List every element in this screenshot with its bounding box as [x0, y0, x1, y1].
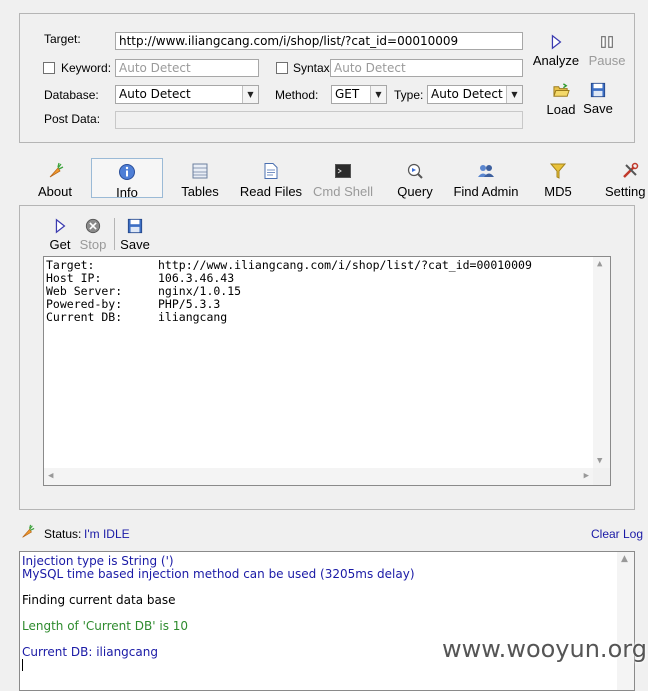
tab-setting[interactable]: Setting: [605, 162, 648, 199]
tab-query[interactable]: Query: [394, 162, 436, 199]
terminal-icon: [335, 164, 351, 178]
method-select-value: GET: [335, 87, 360, 101]
status-value: I'm IDLE: [84, 527, 130, 541]
get-button[interactable]: Get: [46, 218, 74, 252]
tab-cmd-shell[interactable]: Cmd Shell: [311, 162, 375, 199]
log-line: MySQL time based injection method can be…: [22, 567, 415, 581]
database-select-value: Auto Detect: [119, 87, 191, 101]
toolbar-separator: [114, 218, 115, 250]
tools-icon: [623, 162, 639, 178]
carrot-icon: [49, 162, 64, 178]
method-label: Method:: [275, 88, 319, 102]
info-value: iliangcang: [158, 310, 228, 324]
info-output[interactable]: Target: http://www.iliangcang.com/i/shop…: [43, 256, 611, 486]
keyword-checkbox[interactable]: [43, 62, 55, 74]
tab-about[interactable]: About: [34, 162, 76, 199]
post-data-input: [115, 111, 523, 129]
pause-label: Pause: [588, 53, 626, 68]
tab-find-admin[interactable]: Find Admin: [451, 162, 521, 199]
carrot-icon: [22, 524, 35, 538]
scroll-right-icon[interactable]: ▶: [584, 471, 589, 481]
log-vertical-scrollbar[interactable]: ▲: [617, 552, 634, 690]
tab-info[interactable]: Info: [91, 158, 163, 200]
tab-md5[interactable]: MD5: [541, 162, 575, 199]
clear-log-link[interactable]: Clear Log: [591, 527, 643, 541]
target-url-input[interactable]: http://www.iliangcang.com/i/shop/list/?c…: [115, 32, 523, 50]
scroll-up-icon[interactable]: ▲: [597, 259, 602, 269]
file-icon: [264, 163, 278, 179]
tab-find-admin-label: Find Admin: [453, 184, 519, 199]
load-button[interactable]: Load: [542, 82, 580, 117]
target-label: Target:: [44, 32, 81, 46]
type-select[interactable]: Auto Detect ▼: [427, 85, 523, 104]
users-icon: [478, 165, 494, 177]
scrollbar-corner: [593, 468, 610, 485]
tab-md5-label: MD5: [544, 184, 572, 199]
analyze-button[interactable]: Analyze: [532, 34, 580, 68]
tab-read-files[interactable]: Read Files: [238, 162, 304, 199]
play-icon: [55, 218, 66, 234]
log-line: Injection type is String ('): [22, 554, 174, 568]
pause-button[interactable]: Pause: [585, 34, 629, 68]
info-key: Current DB:: [46, 310, 123, 324]
horizontal-scrollbar[interactable]: ◀ ▶: [44, 468, 593, 485]
save-info-button[interactable]: Save: [119, 218, 151, 252]
scroll-up-icon[interactable]: ▲: [621, 554, 628, 564]
database-label: Database:: [44, 88, 99, 102]
log-line: Finding current data base: [22, 593, 176, 607]
syntax-label: Syntax:: [293, 61, 334, 75]
save-config-label: Save: [583, 101, 613, 116]
tab-about-label: About: [38, 184, 72, 199]
log-line: Length of 'Current DB' is 10: [22, 619, 189, 633]
scroll-down-icon[interactable]: ▼: [597, 456, 602, 466]
query-icon: [407, 163, 423, 179]
status-label: Status:: [44, 527, 82, 541]
tab-cmd-shell-label: Cmd Shell: [313, 184, 373, 199]
log-line: Current DB: iliangcang: [22, 645, 158, 659]
floppy-disk-icon: [590, 82, 606, 98]
save-config-button[interactable]: Save: [582, 82, 614, 116]
tab-tables[interactable]: Tables: [178, 162, 222, 199]
vertical-scrollbar[interactable]: ▲ ▼: [593, 257, 610, 468]
chevron-down-icon[interactable]: ▼: [242, 86, 258, 103]
funnel-icon: [549, 163, 567, 179]
type-label: Type:: [394, 88, 424, 102]
syntax-checkbox[interactable]: [276, 62, 288, 74]
folder-open-icon: [552, 83, 570, 97]
table-icon: [192, 163, 208, 179]
analyze-label: Analyze: [532, 53, 580, 68]
stop-button[interactable]: Stop: [77, 218, 109, 252]
load-label: Load: [546, 102, 576, 117]
type-select-value: Auto Detect: [431, 87, 503, 101]
stop-icon: [85, 218, 101, 234]
database-select[interactable]: Auto Detect ▼: [115, 85, 259, 104]
watermark: www.wooyun.org: [442, 635, 647, 663]
keyword-input[interactable]: Auto Detect: [115, 59, 259, 77]
method-select[interactable]: GET ▼: [331, 85, 387, 104]
floppy-disk-icon: [127, 218, 143, 234]
chevron-down-icon[interactable]: ▼: [506, 86, 522, 103]
pause-icon: [601, 36, 613, 48]
scroll-left-icon[interactable]: ◀: [48, 471, 53, 481]
play-icon: [551, 34, 562, 50]
log-output[interactable]: Injection type is String (') MySQL time …: [19, 551, 635, 691]
tab-info-label: Info: [116, 185, 138, 200]
post-data-label: Post Data:: [44, 112, 101, 126]
tab-read-files-label: Read Files: [239, 184, 303, 199]
chevron-down-icon[interactable]: ▼: [370, 86, 386, 103]
save-info-label: Save: [120, 237, 150, 252]
tab-setting-label: Setting: [605, 184, 646, 199]
tab-query-label: Query: [397, 184, 433, 199]
text-cursor: [22, 659, 23, 671]
keyword-label: Keyword:: [61, 61, 112, 75]
syntax-input[interactable]: Auto Detect: [330, 59, 523, 77]
info-icon: [119, 164, 135, 180]
get-label: Get: [49, 237, 71, 252]
tab-tables-label: Tables: [181, 184, 219, 199]
stop-label: Stop: [79, 237, 107, 252]
